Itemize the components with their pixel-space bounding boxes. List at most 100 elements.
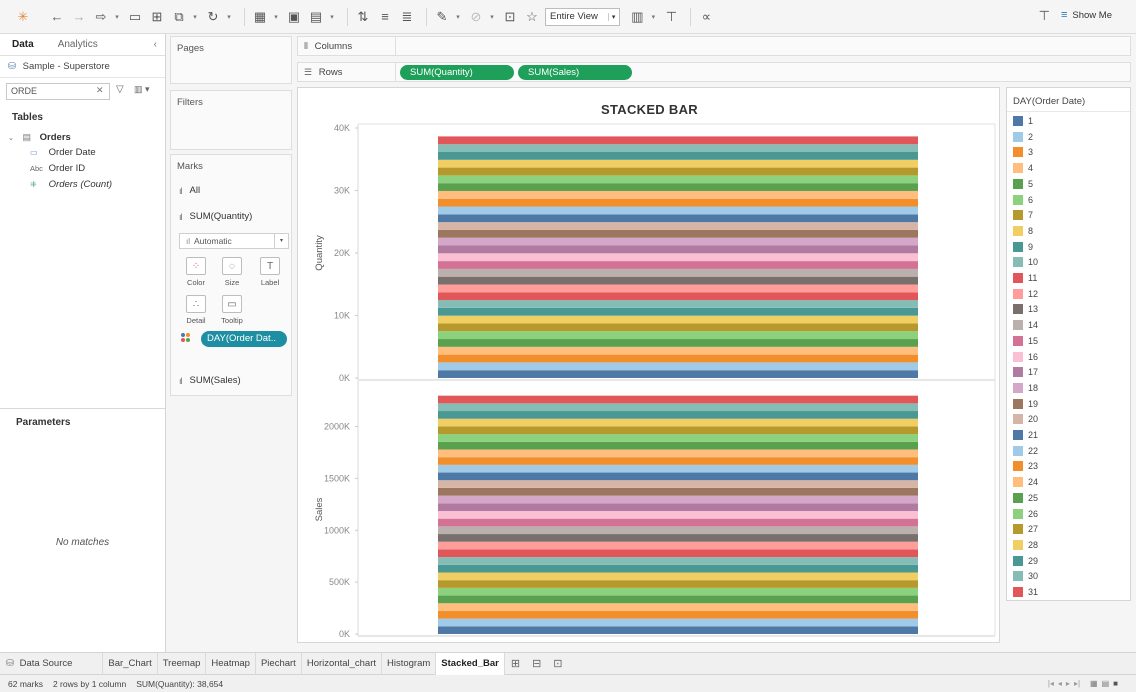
legend-item[interactable]: 24 <box>1013 475 1038 489</box>
legend-item[interactable]: 16 <box>1013 350 1038 364</box>
legend-item[interactable]: 21 <box>1013 428 1038 442</box>
tab-data-source[interactable]: ⛁ Data Source <box>0 652 104 675</box>
legend-item[interactable]: 7 <box>1013 208 1033 222</box>
show-labels-icon[interactable]: ⊡ <box>501 6 519 28</box>
label-button[interactable]: T Label <box>255 257 285 291</box>
replay-icon[interactable]: ⇨ <box>92 6 110 28</box>
legend-item[interactable]: 25 <box>1013 491 1038 505</box>
new-worksheet-icon[interactable]: ▦ <box>251 6 269 28</box>
legend-item[interactable]: 3 <box>1013 145 1033 159</box>
sheet-sorter-icon[interactable]: ▦ <box>1090 679 1098 688</box>
tab-analytics[interactable]: Analytics <box>46 34 110 56</box>
legend-item[interactable]: 14 <box>1013 318 1038 332</box>
legend-item[interactable]: 2 <box>1013 130 1033 144</box>
marks-quantity-row[interactable]: ıl SUM(Quantity) <box>179 211 252 222</box>
previous-page-icon[interactable]: ◂ <box>1058 679 1062 688</box>
detail-button[interactable]: ∴ Detail <box>181 295 211 329</box>
first-page-icon[interactable]: |◂ <box>1048 679 1054 688</box>
swap-axes-icon[interactable]: ⇅ <box>354 6 372 28</box>
share-icon[interactable]: ∝ <box>697 6 715 28</box>
tab-bar-chart[interactable]: Bar_Chart <box>103 652 158 675</box>
legend-item[interactable]: 10 <box>1013 255 1038 269</box>
legend-item[interactable]: 6 <box>1013 193 1033 207</box>
marks-all-row[interactable]: ıl All <box>179 185 200 196</box>
group-icon[interactable]: ⊘ <box>467 6 485 28</box>
chevron-left-icon[interactable]: ‹ <box>154 39 157 50</box>
columns-shelf[interactable]: ⦀ Columns <box>297 36 1131 56</box>
group-dropdown-icon[interactable]: ▾ <box>489 6 495 28</box>
tab-treemap[interactable]: Treemap <box>158 652 207 675</box>
next-page-icon[interactable]: ▸ <box>1066 679 1070 688</box>
show-cards-dropdown-icon[interactable]: ▾ <box>650 6 656 28</box>
highlight-icon[interactable]: ✎ <box>433 6 451 28</box>
clear-search-icon[interactable]: ✕ <box>96 85 104 96</box>
clear-sheet-icon[interactable]: ▤ <box>307 6 325 28</box>
refresh-icon[interactable]: ↻ <box>204 6 222 28</box>
presentation-mode-icon[interactable]: ⊤ <box>662 6 680 28</box>
last-page-icon[interactable]: ▸| <box>1074 679 1080 688</box>
replay-dropdown-icon[interactable]: ▾ <box>114 6 120 28</box>
legend-item[interactable]: 13 <box>1013 302 1038 316</box>
marks-sales-row[interactable]: ıl SUM(Sales) <box>179 375 241 386</box>
legend-item[interactable]: 30 <box>1013 569 1038 583</box>
pause-updates-icon[interactable]: ⧉ <box>170 6 188 28</box>
legend-item[interactable]: 4 <box>1013 161 1033 175</box>
show-me-button[interactable]: ≡ Show Me <box>1061 9 1112 21</box>
legend-item[interactable]: 23 <box>1013 459 1038 473</box>
field-order-date[interactable]: ▭ Order Date <box>0 145 165 161</box>
tableau-logo-icon[interactable]: ✳ <box>14 6 32 28</box>
filmstrip-icon[interactable]: ▤ <box>1102 679 1110 688</box>
comment-icon[interactable]: ⊤ <box>1039 8 1050 24</box>
sales-pill[interactable]: SUM(Sales) <box>518 65 632 80</box>
tooltip-button[interactable]: ▭ Tooltip <box>217 295 247 329</box>
legend-item[interactable]: 9 <box>1013 240 1033 254</box>
new-story-icon[interactable]: ⊡ <box>547 653 568 675</box>
undo-icon[interactable]: ← <box>48 6 66 28</box>
filters-card[interactable]: Filters <box>170 90 292 150</box>
legend-item[interactable]: 22 <box>1013 444 1038 458</box>
legend-item[interactable]: 11 <box>1013 271 1037 285</box>
clear-dropdown-icon[interactable]: ▾ <box>329 6 335 28</box>
fix-axes-icon[interactable]: ☆ <box>523 6 541 28</box>
legend-item[interactable]: 18 <box>1013 381 1038 395</box>
pause-dropdown-icon[interactable]: ▾ <box>192 6 198 28</box>
field-orders-count[interactable]: ⁜ Orders (Count) <box>0 177 165 193</box>
pages-card[interactable]: Pages <box>170 36 292 84</box>
tab-piechart[interactable]: Piechart <box>256 652 302 675</box>
legend-item[interactable]: 29 <box>1013 554 1038 568</box>
sort-descending-icon[interactable]: ≣ <box>398 6 416 28</box>
legend-item[interactable]: 20 <box>1013 412 1038 426</box>
filter-icon[interactable]: ▽ <box>116 84 124 95</box>
day-order-date-pill[interactable]: DAY(Order Dat.. <box>201 331 287 347</box>
refresh-dropdown-icon[interactable]: ▾ <box>226 6 232 28</box>
sort-ascending-icon[interactable]: ≡ <box>376 6 394 28</box>
mark-type-select[interactable]: ıl Automatic ▾ <box>179 233 289 249</box>
legend-item[interactable]: 1 <box>1013 114 1033 128</box>
tab-stacked-bar[interactable]: Stacked_Bar <box>436 652 505 675</box>
legend-item[interactable]: 19 <box>1013 397 1038 411</box>
field-order-id[interactable]: Abc Order ID <box>0 161 165 177</box>
size-button[interactable]: ◌ Size <box>217 257 247 291</box>
tabs-view-icon[interactable]: ■ <box>1113 679 1118 688</box>
new-datasource-icon[interactable]: ⊞ <box>148 6 166 28</box>
rows-shelf[interactable]: ☰ Rows SUM(Quantity) SUM(Sales) <box>297 62 1131 82</box>
tab-horizontal-chart[interactable]: Horizontal_chart <box>302 652 382 675</box>
redo-icon[interactable]: → <box>70 6 88 28</box>
legend-item[interactable]: 5 <box>1013 177 1033 191</box>
table-orders[interactable]: ⌄ ▤ Orders <box>0 129 165 145</box>
color-button[interactable]: ⁘ Color <box>181 257 211 291</box>
datasource-item[interactable]: ⛁ Sample - Superstore <box>0 56 165 78</box>
new-dashboard-icon[interactable]: ⊟ <box>526 653 547 675</box>
legend-item[interactable]: 15 <box>1013 334 1038 348</box>
quantity-pill[interactable]: SUM(Quantity) <box>400 65 514 80</box>
new-worksheet-icon[interactable]: ⊞ <box>505 653 526 675</box>
legend-item[interactable]: 31 <box>1013 585 1038 599</box>
legend-item[interactable]: 27 <box>1013 522 1038 536</box>
tab-histogram[interactable]: Histogram <box>382 652 437 675</box>
view-options-icon[interactable]: ▥ ▾ <box>134 84 150 95</box>
duplicate-sheet-icon[interactable]: ▣ <box>285 6 303 28</box>
save-icon[interactable]: ▭ <box>126 6 144 28</box>
legend-item[interactable]: 17 <box>1013 365 1038 379</box>
legend-item[interactable]: 8 <box>1013 224 1033 238</box>
show-cards-icon[interactable]: ▥ <box>628 6 646 28</box>
